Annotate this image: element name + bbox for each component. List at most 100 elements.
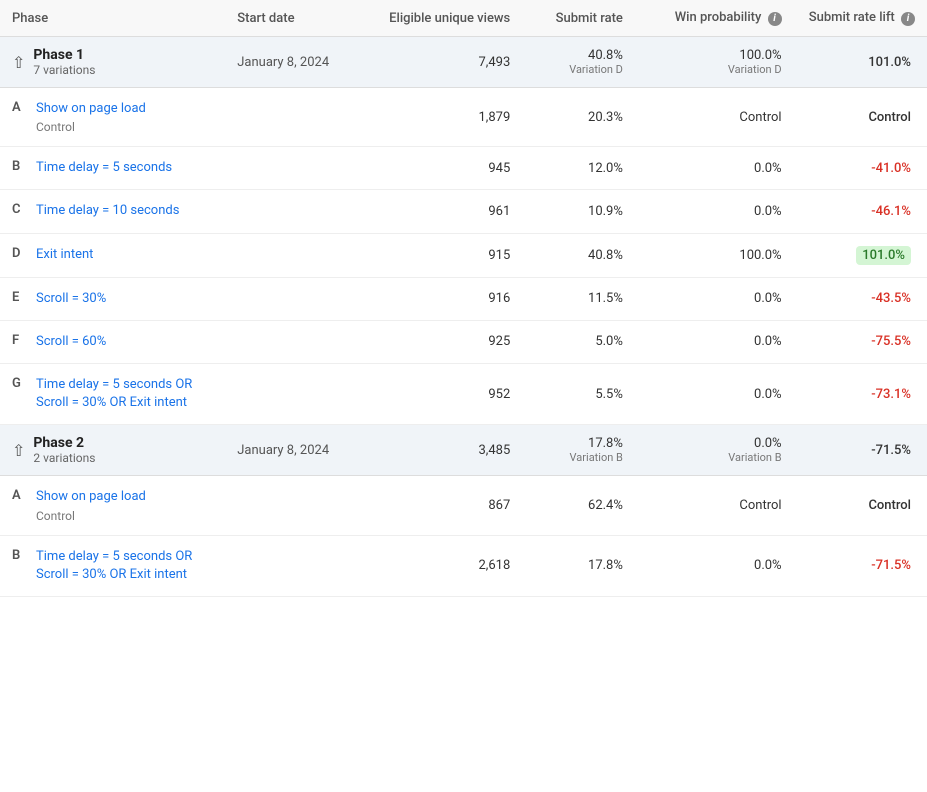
phase-name-cell: ⇧ Phase 2 2 variations — [0, 425, 225, 476]
variation-eligible-views: 945 — [374, 147, 523, 190]
phase-name-cell: ⇧ Phase 1 7 variations — [0, 37, 225, 88]
variation-win-probability: 100.0% — [635, 233, 794, 277]
variation-win-probability: Control — [635, 476, 794, 535]
variation-name-link[interactable]: Scroll = 30% — [36, 291, 106, 306]
variation-lift: -71.5% — [794, 535, 927, 596]
variation-name-cell: B Time delay = 5 seconds — [0, 147, 225, 190]
variation-win-probability: 0.0% — [635, 535, 794, 596]
variation-lift: -46.1% — [794, 190, 927, 233]
table-header: Phase Start date Eligible unique views S… — [0, 0, 927, 37]
table-row: F Scroll = 60% 925 5.0% 0.0% -75.5% — [0, 320, 927, 363]
phase-variations-count: 7 variations — [33, 63, 95, 77]
variation-name-link[interactable]: Scroll = 60% — [36, 334, 106, 349]
variation-letter: D — [12, 246, 26, 261]
phase-submit-rate: 40.8% Variation D — [522, 37, 635, 88]
variation-start-date — [225, 88, 373, 147]
phase-start-date: January 8, 2024 — [225, 425, 373, 476]
variation-win-probability: 0.0% — [635, 320, 794, 363]
variation-lift: Control — [794, 476, 927, 535]
col-submit-rate: Submit rate — [522, 0, 635, 37]
phase-win-probability: 0.0% Variation B — [635, 425, 794, 476]
variation-win-probability: 0.0% — [635, 147, 794, 190]
variation-win-probability: 0.0% — [635, 363, 794, 424]
table-row: B Time delay = 5 seconds OR Scroll = 30%… — [0, 535, 927, 596]
variation-name-link[interactable]: Time delay = 5 seconds OR Scroll = 30% O… — [36, 549, 192, 582]
variation-lift: 101.0% — [794, 233, 927, 277]
col-eligible-views: Eligible unique views — [374, 0, 523, 37]
variation-letter: B — [12, 159, 26, 174]
variation-name-cell: A Show on page load Control — [0, 88, 225, 147]
control-label: Control — [36, 120, 146, 134]
col-win-probability: Win probability i — [635, 0, 794, 37]
col-phase: Phase — [0, 0, 225, 37]
table-row: A Show on page load Control 867 62.4% Co… — [0, 476, 927, 535]
phase-win-probability: 100.0% Variation D — [635, 37, 794, 88]
table-row: A Show on page load Control 1,879 20.3% … — [0, 88, 927, 147]
variation-eligible-views: 1,879 — [374, 88, 523, 147]
variation-name-cell: C Time delay = 10 seconds — [0, 190, 225, 233]
variation-win-probability: Control — [635, 88, 794, 147]
phase-start-date: January 8, 2024 — [225, 37, 373, 88]
variation-lift: Control — [794, 88, 927, 147]
variation-start-date — [225, 233, 373, 277]
phase-collapse-icon[interactable]: ⇧ — [12, 441, 25, 460]
variation-submit-rate: 40.8% — [522, 233, 635, 277]
table-row: D Exit intent 915 40.8% 100.0% 101.0% — [0, 233, 927, 277]
col-submit-rate-lift: Submit rate lift i — [794, 0, 927, 37]
phase-collapse-icon[interactable]: ⇧ — [12, 53, 25, 72]
variation-start-date — [225, 535, 373, 596]
phase-eligible-views: 3,485 — [374, 425, 523, 476]
variation-submit-rate: 11.5% — [522, 277, 635, 320]
variation-letter: G — [12, 376, 26, 391]
variation-win-probability: 0.0% — [635, 277, 794, 320]
phases-table: Phase Start date Eligible unique views S… — [0, 0, 927, 597]
variation-win-probability: 0.0% — [635, 190, 794, 233]
variation-start-date — [225, 277, 373, 320]
col-start-date: Start date — [225, 0, 373, 37]
phase-name: Phase 1 — [33, 47, 95, 63]
variation-lift: -73.1% — [794, 363, 927, 424]
variation-name-link[interactable]: Time delay = 10 seconds — [36, 203, 179, 218]
variation-name-link[interactable]: Exit intent — [36, 247, 93, 262]
variation-lift: -75.5% — [794, 320, 927, 363]
variation-letter: A — [12, 488, 26, 503]
phase-name: Phase 2 — [33, 435, 95, 451]
variation-eligible-views: 2,618 — [374, 535, 523, 596]
phase-lift: 101.0% — [794, 37, 927, 88]
variation-start-date — [225, 476, 373, 535]
variation-name-cell: G Time delay = 5 seconds OR Scroll = 30%… — [0, 363, 225, 424]
variation-submit-rate: 5.0% — [522, 320, 635, 363]
variation-submit-rate: 62.4% — [522, 476, 635, 535]
variation-name-cell: A Show on page load Control — [0, 476, 225, 535]
variation-submit-rate: 20.3% — [522, 88, 635, 147]
variation-start-date — [225, 190, 373, 233]
variation-name-cell: E Scroll = 30% — [0, 277, 225, 320]
variation-submit-rate: 12.0% — [522, 147, 635, 190]
control-label: Control — [36, 509, 146, 523]
variation-submit-rate: 5.5% — [522, 363, 635, 424]
variation-name-link[interactable]: Time delay = 5 seconds — [36, 160, 172, 175]
variation-eligible-views: 952 — [374, 363, 523, 424]
phase-submit-rate: 17.8% Variation B — [522, 425, 635, 476]
win-probability-info-icon[interactable]: i — [768, 12, 782, 26]
variation-eligible-views: 925 — [374, 320, 523, 363]
variation-letter: A — [12, 100, 26, 115]
variation-letter: F — [12, 333, 26, 348]
variation-lift: -41.0% — [794, 147, 927, 190]
submit-rate-lift-info-icon[interactable]: i — [901, 12, 915, 26]
variation-name-link[interactable]: Time delay = 5 seconds OR Scroll = 30% O… — [36, 377, 192, 410]
variation-start-date — [225, 147, 373, 190]
variation-name-link[interactable]: Show on page load — [36, 101, 146, 116]
phase-row-2: ⇧ Phase 2 2 variations January 8, 2024 3… — [0, 425, 927, 476]
variation-name-cell: B Time delay = 5 seconds OR Scroll = 30%… — [0, 535, 225, 596]
table-row: C Time delay = 10 seconds 961 10.9% 0.0%… — [0, 190, 927, 233]
variation-submit-rate: 10.9% — [522, 190, 635, 233]
phase-lift: -71.5% — [794, 425, 927, 476]
variation-letter: B — [12, 548, 26, 563]
variation-eligible-views: 915 — [374, 233, 523, 277]
variation-eligible-views: 867 — [374, 476, 523, 535]
variation-name-link[interactable]: Show on page load — [36, 489, 146, 504]
variation-name-cell: D Exit intent — [0, 233, 225, 277]
phase-row-1: ⇧ Phase 1 7 variations January 8, 2024 7… — [0, 37, 927, 88]
variation-letter: C — [12, 202, 26, 217]
